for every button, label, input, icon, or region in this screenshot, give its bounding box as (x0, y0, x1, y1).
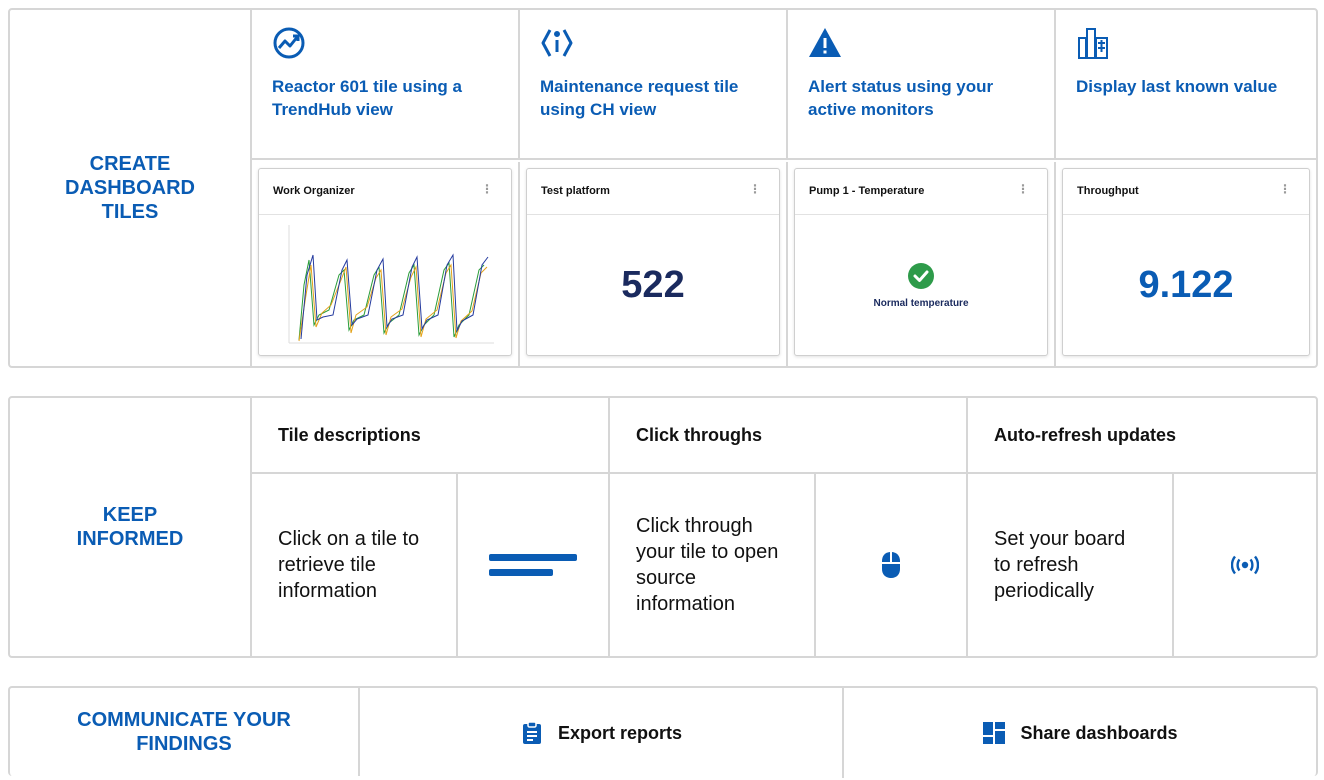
feature-title: Display last known value (1076, 77, 1278, 96)
tile-column: Work Organizer ⋮ (252, 162, 520, 368)
tile-title: Pump 1 - Temperature (809, 185, 925, 197)
feature-title: Alert status using your active monitors (808, 77, 994, 119)
feature-maintenance: Maintenance request tile using CH view (520, 10, 788, 160)
more-vertical-icon[interactable]: ⋮ (1279, 183, 1291, 195)
more-vertical-icon[interactable]: ⋮ (481, 183, 493, 195)
description-text: Click on a tile to retrieve tile informa… (278, 528, 420, 602)
feature-alert: Alert status using your active monitors (788, 10, 1056, 160)
communicate-label-cell: COMMUNICATE YOUR FINDINGS (10, 688, 360, 776)
section-label-keep: KEEP INFORMED (76, 504, 184, 550)
description-text: Set your board to refresh periodically (994, 528, 1126, 602)
info-diamond-icon (541, 29, 573, 57)
column-header: Tile descriptions (252, 398, 610, 474)
feature-last-value: Display last known value (1056, 10, 1316, 160)
section-label-create: CREATE DASHBOARD TILES (65, 153, 195, 223)
tile-status-text: Normal temperature (873, 297, 969, 309)
tile-pump-temperature[interactable]: Pump 1 - Temperature ⋮ Normal temperatur… (794, 168, 1048, 356)
feature-title: Reactor 601 tile using a TrendHub view (272, 77, 462, 119)
tile-title: Work Organizer (273, 185, 355, 197)
broadcast-icon-cell (1174, 474, 1316, 656)
column-header: Auto-refresh updates (968, 398, 1316, 474)
column-header: Click throughs (610, 398, 968, 474)
tile-column: Pump 1 - Temperature ⋮ Normal temperatur… (788, 162, 1056, 368)
more-vertical-icon[interactable]: ⋮ (749, 183, 761, 195)
broadcast-icon (1231, 555, 1259, 575)
feature-title: Maintenance request tile using CH view (540, 77, 739, 119)
trend-chart-icon (273, 27, 305, 59)
warning-triangle-icon (809, 28, 841, 57)
tile-column: Test platform ⋮ 522 (520, 162, 788, 368)
keep-informed-section: KEEP INFORMED Tile descriptions Click th… (8, 396, 1318, 658)
tile-chart (259, 215, 511, 355)
create-dashboard-label-cell: CREATE DASHBOARD TILES (10, 10, 252, 366)
create-dashboard-section: CREATE DASHBOARD TILES Reactor 601 tile … (8, 8, 1318, 368)
tile-throughput[interactable]: Throughput ⋮ 9.122 (1062, 168, 1310, 356)
clipboard-icon (520, 721, 544, 745)
export-reports-label: Export reports (557, 722, 683, 743)
feature-trendhub: Reactor 601 tile using a TrendHub view (252, 10, 520, 160)
share-dashboards-label: Share dashboards (1020, 722, 1178, 743)
check-circle-icon (908, 262, 934, 289)
tile-title: Throughput (1077, 185, 1139, 197)
export-reports-button[interactable]: Export reports (360, 688, 844, 778)
share-dashboards-button[interactable]: Share dashboards (844, 688, 1316, 778)
tile-value: 9.122 (1138, 263, 1234, 306)
tile-value: 522 (621, 263, 685, 306)
column-description: Set your board to refresh periodically (968, 474, 1174, 656)
column-description: Click on a tile to retrieve tile informa… (252, 474, 458, 656)
tile-title: Test platform (541, 185, 610, 197)
mouse-icon-cell (816, 474, 968, 656)
trend-mini-chart (288, 225, 494, 344)
communicate-section: COMMUNICATE YOUR FINDINGS Export reports… (8, 686, 1318, 778)
description-text: Click through your tile to open source i… (636, 515, 779, 615)
text-lines-icon (489, 554, 577, 576)
tile-column: Throughput ⋮ 9.122 (1056, 162, 1316, 368)
section-label-communicate: COMMUNICATE YOUR FINDINGS (77, 709, 291, 755)
text-lines-icon-cell (458, 474, 610, 656)
column-description: Click through your tile to open source i… (610, 474, 816, 656)
tile-test-platform[interactable]: Test platform ⋮ 522 (526, 168, 780, 356)
dashboard-icon (982, 721, 1006, 745)
tile-work-organizer[interactable]: Work Organizer ⋮ (258, 168, 512, 356)
keep-informed-label-cell: KEEP INFORMED (10, 398, 252, 656)
more-vertical-icon[interactable]: ⋮ (1017, 183, 1029, 195)
buildings-icon (1078, 28, 1108, 59)
mouse-icon (882, 552, 900, 578)
